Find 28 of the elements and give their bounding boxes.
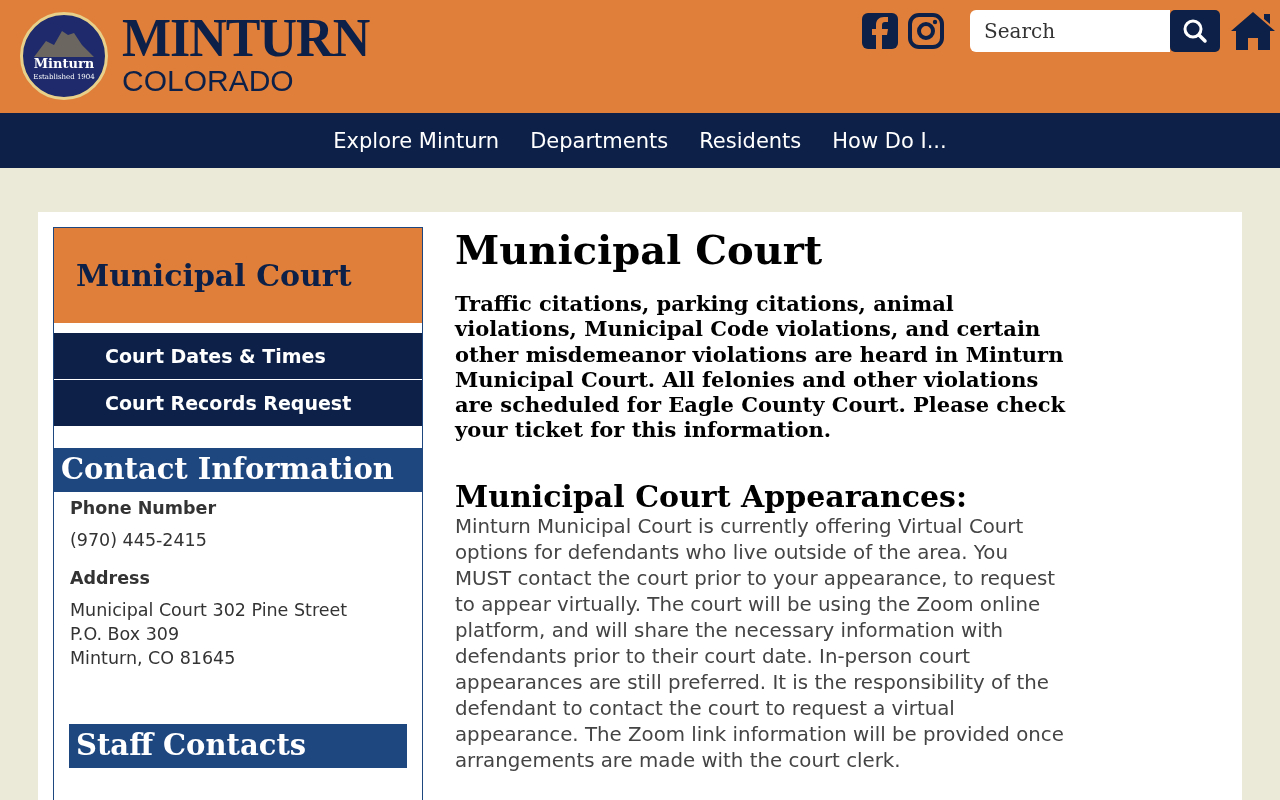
field-value: (970) 445-2415 [70,529,208,552]
nav-link[interactable]: Explore Minturn [333,128,500,153]
section-heading: Municipal Court Appearances: [455,479,969,514]
nav-link[interactable]: Residents [699,128,802,153]
section-heading: Contact Information [54,448,422,492]
instagram-icon[interactable] [908,13,944,49]
field-value: Municipal Court 302 Pine Street [70,599,349,622]
home-icon[interactable] [1230,10,1276,52]
field-value: P.O. Box 309 [70,623,181,646]
nav-link[interactable]: How Do I... [832,128,947,153]
sidebar-link[interactable]: Court Dates & Times [54,333,422,380]
nav-link[interactable]: Departments [530,128,669,153]
field-label: Phone Number [70,498,218,518]
body-paragraph: Minturn Municipal Court is currently offering Virtual Court options for defendants who live outside of the area. You MUST contact the court prior to your appearance, to request to appear virtually. The court will be using the Zoom online platform, and will share the necessary information with defendants prior to their court date. In-person court appearances are still preferred. It is the responsibility of the defendant to contact the court to request a virtual appearance. The Zoom link information will be provided once arrangements are made with the court clerk. [455,513,1065,774]
sidebar-title-text: Municipal Court [76,258,352,293]
field-label: Address [70,568,151,588]
sidebar-link[interactable]: Court Records Request [54,380,422,427]
page-title: Municipal Court [455,227,824,273]
site-subtitle: COLORADO [122,63,295,99]
search-icon [1182,18,1208,44]
search-field[interactable]: Search [970,10,1170,52]
field-value: Minturn, CO 81645 [70,647,237,670]
intro-paragraph: Traffic citations, parking citations, animal violations, Municipal Code violations, and certain other misdemeanor violations are heard in Minturn Municipal Court. All felonies and other violations are scheduled for Eagle County Court. Please check your ticket for this information. [455,291,1067,443]
section-heading: Staff Contacts [69,724,407,768]
site-name[interactable]: MINTURN [122,11,370,65]
facebook-icon[interactable] [862,13,898,49]
seal-name: Minturn [33,56,95,71]
search-button[interactable] [1170,10,1220,52]
